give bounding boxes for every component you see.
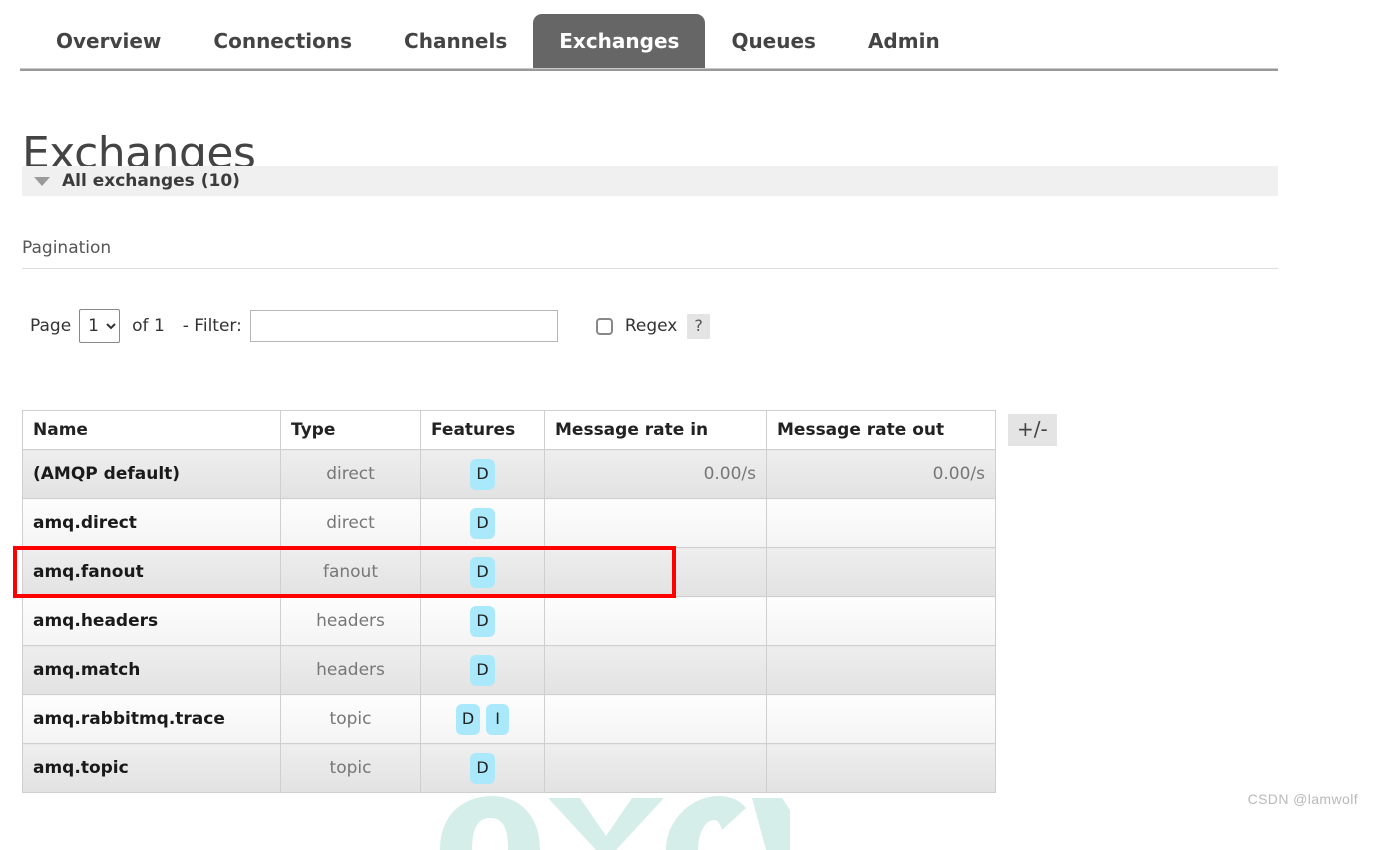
feature-badge-d[interactable]: D xyxy=(470,752,495,784)
table-header-row: Name Type Features Message rate in Messa… xyxy=(22,410,996,450)
all-exchanges-label: All exchanges (10) xyxy=(62,171,240,191)
exchange-features: D xyxy=(420,498,545,548)
message-rate-in-value xyxy=(544,596,767,646)
column-header-type[interactable]: Type xyxy=(280,410,421,450)
tab-channels[interactable]: Channels xyxy=(378,14,533,68)
exchange-type: headers xyxy=(280,596,421,646)
message-rate-in-value xyxy=(544,498,767,548)
table-body: (AMQP default) direct D 0.00/s 0.00/s amq.dir… xyxy=(22,449,996,793)
exchange-type: direct xyxy=(280,449,421,499)
message-rate-out-value xyxy=(766,547,996,597)
message-rate-out-value xyxy=(766,645,996,695)
triangle-down-icon xyxy=(34,176,50,186)
tab-admin-label: Admin xyxy=(867,29,940,53)
page-select[interactable]: 1 xyxy=(79,309,121,343)
exchange-name-link[interactable]: (AMQP default) xyxy=(22,449,281,499)
exchange-type: direct xyxy=(280,498,421,548)
exchange-name-link[interactable]: amq.match xyxy=(22,645,281,695)
message-rate-out-value xyxy=(766,596,996,646)
feature-badge-d[interactable]: D xyxy=(455,703,481,735)
exchange-features: D xyxy=(420,645,545,695)
column-header-message-rate-out[interactable]: Message rate out xyxy=(766,410,996,450)
feature-badge-d[interactable]: D xyxy=(470,556,495,588)
table-row[interactable]: amq.rabbitmq.trace topic D I xyxy=(22,694,996,744)
tab-admin[interactable]: Admin xyxy=(842,14,966,68)
exchange-name-link[interactable]: amq.headers xyxy=(22,596,281,646)
message-rate-out-value: 0.00/s xyxy=(766,449,996,499)
feature-badge-d[interactable]: D xyxy=(470,458,495,490)
exchanges-table: Name Type Features Message rate in Messa… xyxy=(22,410,996,793)
table-row[interactable]: amq.match headers D xyxy=(22,645,996,695)
exchange-features: D xyxy=(420,596,545,646)
message-rate-in-value xyxy=(544,547,767,597)
exchange-type: topic xyxy=(280,743,421,793)
page-count-label: of 1 xyxy=(132,316,165,336)
exchange-type: topic xyxy=(280,694,421,744)
column-header-name[interactable]: Name xyxy=(22,410,281,450)
feature-badge-d[interactable]: D xyxy=(470,507,495,539)
tab-connections[interactable]: Connections xyxy=(187,14,378,68)
tab-queues-label: Queues xyxy=(731,29,816,53)
feature-badge-d[interactable]: D xyxy=(470,605,495,637)
watermark-graphic xyxy=(440,796,790,850)
message-rate-out-value xyxy=(766,498,996,548)
table-head: Name Type Features Message rate in Messa… xyxy=(22,410,996,450)
tab-connections-label: Connections xyxy=(213,29,353,53)
tab-channels-label: Channels xyxy=(404,29,508,53)
exchange-features: D xyxy=(420,743,545,793)
table-row[interactable]: amq.topic topic D xyxy=(22,743,996,793)
filter-input[interactable] xyxy=(249,310,558,342)
regex-checkbox[interactable] xyxy=(595,317,613,335)
tab-overview[interactable]: Overview xyxy=(30,14,187,68)
tab-exchanges[interactable]: Exchanges xyxy=(533,14,706,68)
message-rate-out-value xyxy=(766,694,996,744)
tab-overview-label: Overview xyxy=(56,29,162,53)
all-exchanges-section-toggle[interactable]: All exchanges (10) xyxy=(22,166,1278,196)
filter-label: - Filter: xyxy=(182,316,242,336)
tab-list: Overview Connections Channels Exchanges … xyxy=(30,14,966,69)
pagination-heading: Pagination xyxy=(22,238,112,258)
message-rate-out-value xyxy=(766,743,996,793)
pagination-divider xyxy=(22,268,1278,269)
exchange-name-link[interactable]: amq.topic xyxy=(22,743,281,793)
feature-badge-d[interactable]: D xyxy=(470,654,495,686)
exchange-features: D xyxy=(420,449,545,499)
regex-help-button[interactable]: ? xyxy=(687,313,710,339)
message-rate-in-value: 0.00/s xyxy=(544,449,767,499)
exchange-name-link[interactable]: amq.fanout xyxy=(22,547,281,597)
column-header-features[interactable]: Features xyxy=(420,410,545,450)
exchange-type: fanout xyxy=(280,547,421,597)
page-label: Page xyxy=(30,316,72,336)
tab-exchanges-label: Exchanges xyxy=(559,29,680,53)
table-row[interactable]: amq.fanout fanout D xyxy=(22,547,996,597)
regex-label: Regex xyxy=(624,316,678,336)
message-rate-in-value xyxy=(544,645,767,695)
table-row[interactable]: amq.direct direct D xyxy=(22,498,996,548)
exchange-features: DI xyxy=(420,694,545,744)
exchange-name-link[interactable]: amq.rabbitmq.trace xyxy=(22,694,281,744)
watermark-text: CSDN @lamwolf xyxy=(1247,791,1358,807)
exchange-type: headers xyxy=(280,645,421,695)
exchange-features: D xyxy=(420,547,545,597)
column-header-message-rate-in[interactable]: Message rate in xyxy=(544,410,767,450)
exchange-name-link[interactable]: amq.direct xyxy=(22,498,281,548)
pagination-controls: Page 1 of 1 - Filter: Regex ? xyxy=(30,306,710,346)
message-rate-in-value xyxy=(544,694,767,744)
toggle-columns-button[interactable]: +/- xyxy=(1008,414,1057,446)
tab-queues[interactable]: Queues xyxy=(705,14,842,68)
table-row[interactable]: (AMQP default) direct D 0.00/s 0.00/s xyxy=(22,449,996,499)
message-rate-in-value xyxy=(544,743,767,793)
main-navigation: Overview Connections Channels Exchanges … xyxy=(0,0,1376,72)
table-row[interactable]: amq.headers headers D xyxy=(22,596,996,646)
feature-badge-i[interactable]: I xyxy=(486,703,510,735)
